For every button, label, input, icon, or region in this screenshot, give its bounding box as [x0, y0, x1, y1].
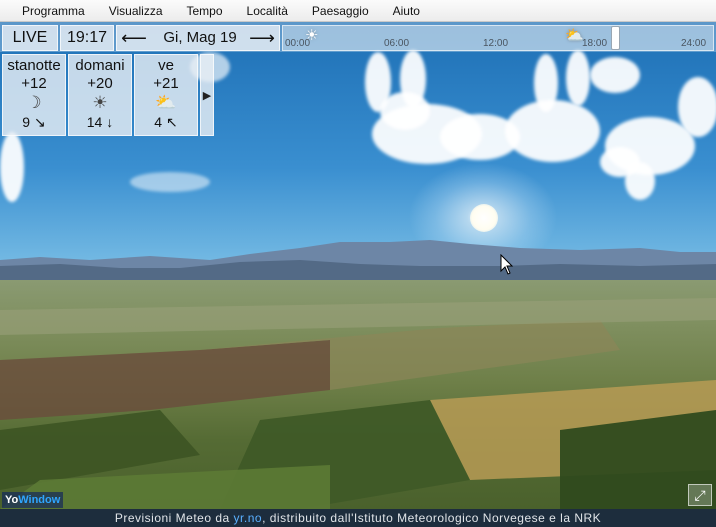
moon-icon: ☽ [26, 93, 42, 112]
forecast-wind: 4 ↖ [154, 114, 178, 130]
forecast-more-button[interactable]: ▶ [200, 54, 214, 136]
forecast-period: domani [75, 57, 125, 74]
fields [0, 298, 716, 509]
fullscreen-icon[interactable]: ⤢ [688, 484, 712, 506]
sun-cloud-icon: ⛅ [565, 27, 584, 44]
forecast-tomorrow[interactable]: domani +20 ☀ 14 ↓ [68, 54, 132, 136]
mouse-cursor-icon [500, 254, 514, 275]
next-day-button[interactable]: ⟶ [249, 26, 275, 50]
forecast-wind: 14 ↓ [86, 114, 114, 130]
date-navigator: ⟵ Gi, Mag 19 ⟶ [116, 25, 280, 51]
menu-aiuto[interactable]: Aiuto [381, 0, 432, 22]
logo-suffix: Window [18, 494, 61, 506]
forecast-panel: stanotte +12 ☽ 9 ↘ domani +20 ☀ 14 ↓ ve … [2, 54, 214, 136]
yr-no-link[interactable]: yr.no [234, 511, 263, 525]
live-button[interactable]: LIVE [2, 25, 58, 51]
time-slider[interactable]: ☀ ⛅ 00:00 06:00 12:00 18:00 24:00 [282, 25, 714, 51]
menu-visualizza[interactable]: Visualizza [97, 0, 175, 22]
menu-bar: Programma Visualizza Tempo Località Paes… [0, 0, 716, 22]
yowindow-logo[interactable]: YoWindow [2, 492, 64, 508]
menu-tempo[interactable]: Tempo [175, 0, 235, 22]
forecast-temp: +20 [87, 75, 113, 92]
prev-day-button[interactable]: ⟵ [121, 26, 147, 50]
tick-label: 06:00 [384, 38, 410, 49]
footer-text-before: Previsioni Meteo da [114, 511, 234, 525]
tick-label: 24:00 [681, 38, 707, 49]
tick-label: 18:00 [582, 38, 608, 49]
current-date: Gi, Mag 19 [163, 29, 237, 46]
forecast-period: stanotte [7, 57, 61, 74]
forecast-tonight[interactable]: stanotte +12 ☽ 9 ↘ [2, 54, 66, 136]
current-time: 19:17 [60, 25, 114, 51]
slider-handle[interactable] [611, 26, 620, 50]
forecast-wind: 9 ↘ [22, 114, 46, 130]
forecast-temp: +21 [153, 75, 179, 92]
footer-text-after: , distribuito dall'Istituto Meteorologic… [262, 511, 602, 525]
sun-cloud-icon: ⛅ [155, 93, 177, 112]
tick-label: 00:00 [285, 38, 311, 49]
forecast-period: ve [158, 57, 174, 74]
menu-programma[interactable]: Programma [0, 0, 97, 22]
tick-label: 12:00 [483, 38, 509, 49]
footer-credits: Previsioni Meteo da yr.no, distribuito d… [0, 509, 716, 527]
forecast-temp: +12 [21, 75, 47, 92]
sun-icon: ☀ [92, 93, 108, 112]
menu-localita[interactable]: Località [235, 0, 300, 22]
menu-paesaggio[interactable]: Paesaggio [300, 0, 381, 22]
forecast-friday[interactable]: ve +21 ⛅ 4 ↖ [134, 54, 198, 136]
logo-prefix: Yo [5, 494, 19, 506]
